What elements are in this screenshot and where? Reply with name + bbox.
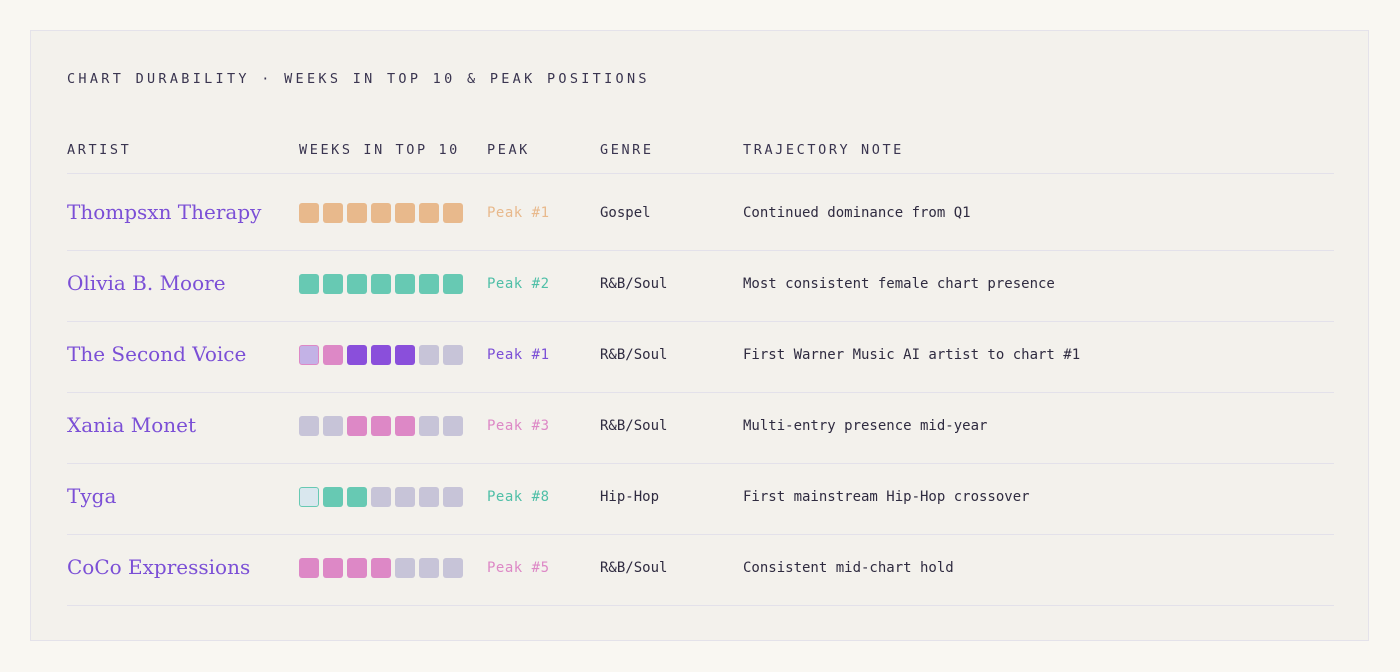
week-cell [419,203,439,223]
week-cell [443,203,463,223]
week-cell [299,203,319,223]
week-cell [347,345,367,365]
week-cell [323,203,343,223]
peak-label: Peak #8 [487,489,550,505]
column-header-note: TRAJECTORY NOTE [743,142,904,158]
chart-panel: CHART DURABILITY · WEEKS IN TOP 10 & PEA… [30,30,1369,641]
peak-label: Peak #3 [487,418,550,434]
week-cell [323,416,343,436]
artist-name: CoCo Expressions [67,555,251,579]
column-header-genre: GENRE [600,142,654,158]
week-cell [395,274,415,294]
week-cell [443,274,463,294]
week-cell [419,345,439,365]
week-cell [395,203,415,223]
week-cell [443,345,463,365]
weeks-track [299,487,463,507]
week-cell [299,416,319,436]
week-cell [323,274,343,294]
table-row: Thompsxn Therapy Peak #1 Gospel Continued d… [31,180,1370,251]
week-cell [443,416,463,436]
week-cell [371,487,391,507]
week-cell [395,345,415,365]
week-cell [443,558,463,578]
week-cell [419,487,439,507]
week-cell [395,487,415,507]
trajectory-note: Continued dominance from Q1 [743,205,971,221]
weeks-track [299,203,463,223]
table-row: Xania Monet Peak #3 R&B/Soul Multi-entry pr… [31,393,1370,464]
artist-name: The Second Voice [67,342,247,366]
genre-label: R&B/Soul [600,418,668,434]
week-cell [371,274,391,294]
week-cell [347,487,367,507]
week-cell [299,345,319,365]
week-cell [347,416,367,436]
peak-label: Peak #5 [487,560,550,576]
peak-label: Peak #1 [487,205,550,221]
week-cell [395,558,415,578]
week-cell [323,345,343,365]
header-divider [67,173,1334,174]
artist-name: Thompsxn Therapy [67,200,262,224]
peak-label: Peak #1 [487,347,550,363]
trajectory-note: First mainstream Hip-Hop crossover [743,489,1030,505]
week-cell [299,274,319,294]
week-cell [371,558,391,578]
artist-name: Olivia B. Moore [67,271,226,295]
weeks-track [299,345,463,365]
week-cell [347,274,367,294]
week-cell [323,487,343,507]
week-cell [347,558,367,578]
trajectory-note: Multi-entry presence mid-year [743,418,988,434]
week-cell [371,345,391,365]
week-cell [443,487,463,507]
weeks-track [299,416,463,436]
peak-label: Peak #2 [487,276,550,292]
artist-name: Xania Monet [67,413,196,437]
week-cell [371,203,391,223]
week-cell [299,558,319,578]
week-cell [419,416,439,436]
genre-label: R&B/Soul [600,347,668,363]
genre-label: Hip-Hop [600,489,660,505]
trajectory-note: First Warner Music AI artist to chart #1 [743,347,1081,363]
table-row: Olivia B. Moore Peak #2 R&B/Soul Most consi… [31,251,1370,322]
week-cell [299,487,319,507]
week-cell [323,558,343,578]
week-cell [419,274,439,294]
table-row: Tyga Peak #8 Hip-Hop First mainstream Hip-H… [31,464,1370,535]
chart-title: CHART DURABILITY · WEEKS IN TOP 10 & PEA… [67,71,650,87]
trajectory-note: Most consistent female chart presence [743,276,1055,292]
trajectory-note: Consistent mid-chart hold [743,560,954,576]
genre-label: Gospel [600,205,651,221]
row-divider [67,605,1334,606]
column-header-artist: ARTIST [67,142,132,158]
week-cell [371,416,391,436]
week-cell [419,558,439,578]
genre-label: R&B/Soul [600,276,668,292]
week-cell [347,203,367,223]
weeks-track [299,558,463,578]
table-row: The Second Voice Peak #1 R&B/Soul First War… [31,322,1370,393]
column-header-weeks: WEEKS IN TOP 10 [299,142,460,158]
table-row: CoCo Expressions Peak #5 R&B/Soul Consisten… [31,535,1370,606]
artist-name: Tyga [67,484,117,508]
column-header-peak: PEAK [487,142,530,158]
weeks-track [299,274,463,294]
genre-label: R&B/Soul [600,560,668,576]
week-cell [395,416,415,436]
